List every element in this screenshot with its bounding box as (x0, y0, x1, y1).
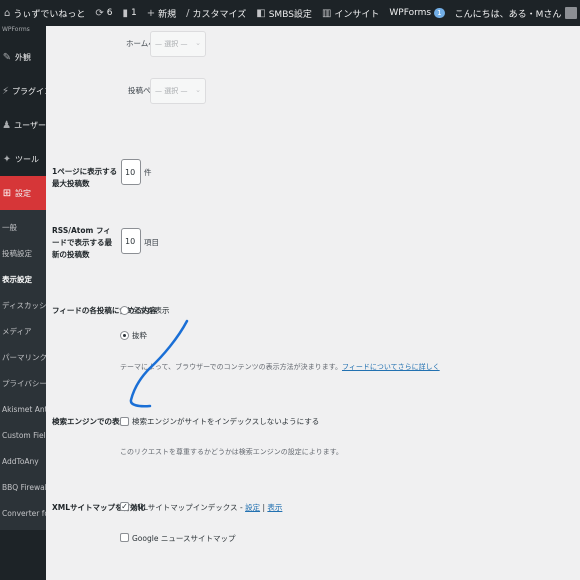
sidebar-item-wpforms[interactable]: WPForms (0, 26, 46, 40)
submenu-addtoany[interactable]: AddToAny (0, 448, 46, 474)
site-name-link[interactable]: ⌂ うぃずでいねっと (4, 7, 85, 20)
postspage-select[interactable]: — 選択 — ⌄ (150, 78, 206, 104)
refresh-icon: ⟳ (95, 7, 104, 19)
chart-icon: ▥ (321, 7, 332, 19)
comment-icon: ▮ (122, 7, 129, 19)
excerpt-radio[interactable] (120, 331, 129, 340)
plugin-settings-list: Akismet Anti-Spam (アンチスパム) Custom Field … (0, 396, 46, 526)
settings-icon: ⊞ (2, 187, 12, 199)
sidebar-item-settings[interactable]: ⊞ 設定 (0, 176, 46, 210)
posts-unit: 件 (144, 168, 152, 177)
full-text-label: 全文を表示 (132, 306, 170, 315)
posts-per-page-input[interactable]: 10 (121, 159, 141, 185)
smbs-link[interactable]: ◧ SMBS設定 (256, 7, 312, 20)
wrench-icon: ✦ (2, 153, 12, 165)
sidebar-item-plugins[interactable]: ⚡ プラグイン 3 (0, 74, 46, 108)
rss-count-label: RSS/Atom フィードで表示する最新の投稿数 (52, 226, 112, 259)
submenu-writing[interactable]: 投稿設定 (0, 240, 46, 266)
sidebar-item-tools[interactable]: ✦ ツール (0, 142, 46, 176)
google-news-label: Google ニュースサイトマップ (132, 534, 236, 543)
wpforms-link[interactable]: WPForms 1 (389, 8, 445, 18)
paintbrush-icon: ✎ (2, 51, 12, 63)
search-engine-label: 検索エンジンでの表示 (52, 417, 127, 426)
submenu-converter-for-media[interactable]: Converter for Media (0, 500, 46, 526)
submenu-custom-field-suite[interactable]: Custom Field Suite (0, 422, 46, 448)
xml-index-checkbox[interactable]: ✓ (120, 502, 129, 511)
admin-sidebar: WPForms ✎ 外観 ⚡ プラグイン 3 ♟ ユーザー ✦ ツール ⊞ 設定… (0, 26, 46, 580)
xml-view-link[interactable]: 表示 (267, 503, 282, 512)
smbs-icon: ◧ (256, 7, 266, 19)
submenu-media[interactable]: メディア (0, 318, 46, 344)
submenu-akismet[interactable]: Akismet Anti-Spam (アンチスパム) (0, 396, 46, 422)
search-engine-description: このリクエストを尊重するかどうかは検索エンジンの設定によります。 (120, 448, 343, 456)
excerpt-label: 抜粋 (132, 331, 147, 340)
avatar (565, 7, 578, 19)
wpforms-badge: 1 (434, 8, 445, 18)
homepage-select[interactable]: — 選択 — ⌄ (150, 31, 206, 57)
greeting-text: こんにちは、ある・Mさん (454, 9, 562, 20)
posts-per-page-label: 1ページに表示する最大投稿数 (52, 167, 118, 188)
settings-submenu: 一般 投稿設定 表示設定 ディスカッション メディア パーマリンク プライバシー… (0, 210, 46, 530)
customize-link[interactable]: / カスタマイズ (186, 7, 246, 20)
submenu-reading[interactable]: 表示設定 (0, 266, 46, 292)
chevron-down-icon: ⌄ (195, 39, 201, 47)
my-account-link[interactable]: こんにちは、ある・Mさん (455, 7, 578, 20)
home-icon: ⌂ (4, 7, 11, 19)
google-news-checkbox[interactable] (120, 533, 129, 542)
brush-icon: / (186, 7, 190, 19)
submenu-general[interactable]: 一般 (0, 214, 46, 240)
sidebar-item-users[interactable]: ♟ ユーザー (0, 108, 46, 142)
new-content-link[interactable]: + 新規 (147, 7, 176, 20)
rss-count-input[interactable]: 10 (121, 228, 141, 254)
comments-link[interactable]: ▮ 1 (123, 8, 137, 19)
discourage-search-label: 検索エンジンがサイトをインデックスしないようにする (132, 417, 320, 426)
user-icon: ♟ (2, 119, 12, 131)
submenu-permalinks[interactable]: パーマリンク (0, 344, 46, 370)
admin-bar: ⌂ うぃずでいねっと ⟳ 6 ▮ 1 + 新規 / カスタマイズ ◧ SMBS設… (0, 0, 580, 26)
feed-description: テーマによって、ブラウザーでのコンテンツの表示方法が決まります。フィードについて… (120, 363, 440, 371)
submenu-bbq-firewall[interactable]: BBQ Firewall (0, 474, 46, 500)
rss-unit: 項目 (144, 238, 159, 247)
full-text-radio[interactable] (120, 306, 129, 315)
feed-help-link[interactable]: フィードについてさらに詳しく (342, 363, 440, 371)
updates-link[interactable]: ⟳ 6 (95, 8, 112, 19)
plugin-icon: ⚡ (2, 85, 10, 97)
submenu-privacy[interactable]: プライバシー (0, 370, 46, 396)
chevron-down-icon: ⌄ (195, 86, 201, 94)
xml-settings-link[interactable]: 設定 (245, 503, 260, 512)
reading-settings-form: ホームページ: — 選択 — ⌄ 投稿ページ: — 選択 — ⌄ 1ページに表示… (46, 26, 580, 580)
sidebar-item-appearance[interactable]: ✎ 外観 (0, 40, 46, 74)
submenu-discussion[interactable]: ディスカッション (0, 292, 46, 318)
insight-link[interactable]: ▥ インサイト (322, 7, 379, 20)
discourage-search-checkbox[interactable] (120, 417, 129, 426)
plus-icon: + (146, 7, 156, 19)
xml-index-label: XMLサイトマップインデックス - 設定 | 表示 (132, 503, 283, 512)
